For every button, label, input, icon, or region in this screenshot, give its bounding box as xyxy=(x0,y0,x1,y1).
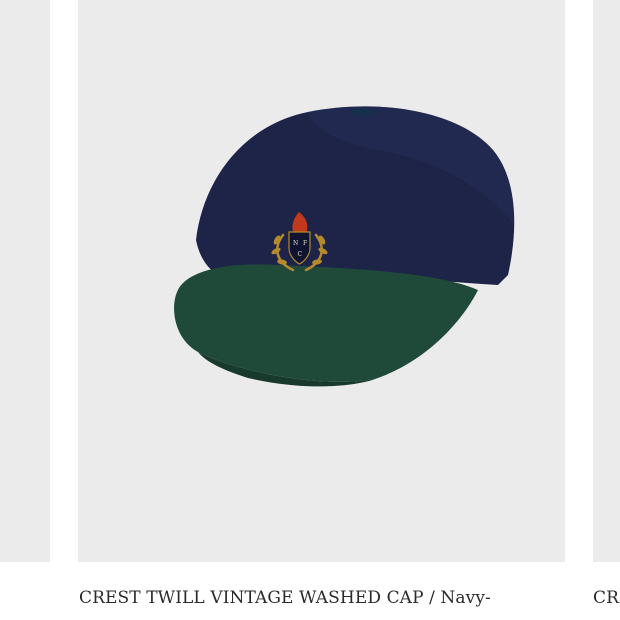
crest-letter-right: F xyxy=(303,240,307,247)
product-image-previous[interactable] xyxy=(0,0,50,562)
product-image-next[interactable] xyxy=(593,0,620,562)
baseball-cap-icon: N F C xyxy=(174,106,515,387)
product-title-link-next[interactable]: CREST TWILL VINTAGE WASHED CAP / Navy- xyxy=(593,586,620,610)
crest-letter-bottom: C xyxy=(298,251,303,258)
product-title-link[interactable]: CREST TWILL VINTAGE WASHED CAP / Navy- xyxy=(79,586,491,610)
crest-letter-left: N xyxy=(293,240,298,247)
product-carousel: N F C CREST TWILL VINTAGE WASHED CAP / N… xyxy=(0,0,620,620)
